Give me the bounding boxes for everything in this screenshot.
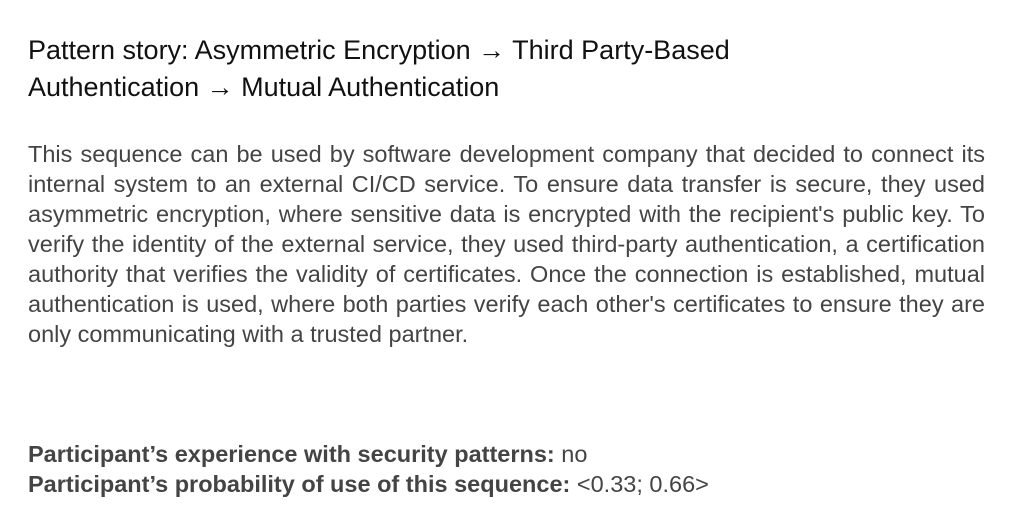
probability-value: <0.33; 0.66>	[576, 471, 709, 497]
probability-row: Participant’s probability of use of this…	[28, 469, 985, 499]
participant-info: Participant’s experience with security p…	[28, 439, 985, 499]
story-paragraph: This sequence can be used by software de…	[28, 141, 985, 347]
experience-value: no	[561, 441, 588, 467]
page-title: Pattern story: Asymmetric Encryption → T…	[28, 35, 730, 102]
experience-row: Participant’s experience with security p…	[28, 439, 985, 469]
experience-label: Participant’s experience with security p…	[28, 441, 555, 467]
probability-label: Participant’s probability of use of this…	[28, 471, 571, 497]
